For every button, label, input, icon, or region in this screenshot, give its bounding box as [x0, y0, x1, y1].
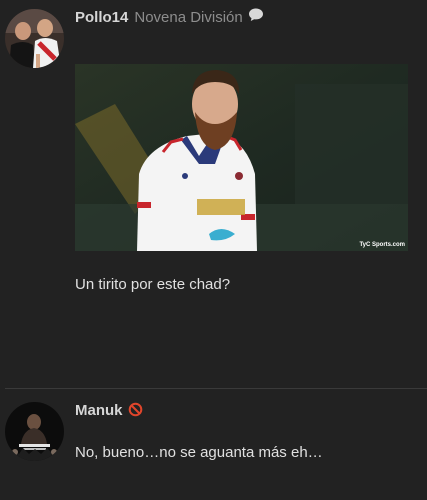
player-photo — [75, 64, 408, 251]
speech-bubble-icon — [248, 7, 264, 23]
avatar[interactable] — [5, 402, 64, 461]
post-meta: Manuk — [75, 400, 143, 420]
post-image[interactable]: TyC Sports.com — [75, 64, 408, 251]
username[interactable]: Pollo14 — [75, 9, 128, 26]
avatar-image — [5, 9, 64, 68]
blocked-icon — [128, 402, 143, 417]
avatar[interactable] — [5, 9, 64, 68]
post-text: Un tirito por este chad? — [75, 276, 231, 293]
post-pollo14: Pollo14 Novena División TyC Sports.com U… — [0, 0, 427, 388]
username[interactable]: Manuk — [75, 402, 123, 419]
user-title: Novena División — [134, 8, 243, 26]
post-meta: Pollo14 Novena División — [75, 7, 264, 27]
image-credit: TyC Sports.com — [359, 242, 405, 248]
avatar-image — [5, 402, 64, 461]
topic-thread: Pollo14 Novena División TyC Sports.com U… — [0, 0, 427, 500]
post-text: No, bueno…no se aguanta más eh… — [75, 444, 323, 461]
post-manuk: Manuk No, bueno…no se aguanta más eh… — [0, 389, 427, 500]
